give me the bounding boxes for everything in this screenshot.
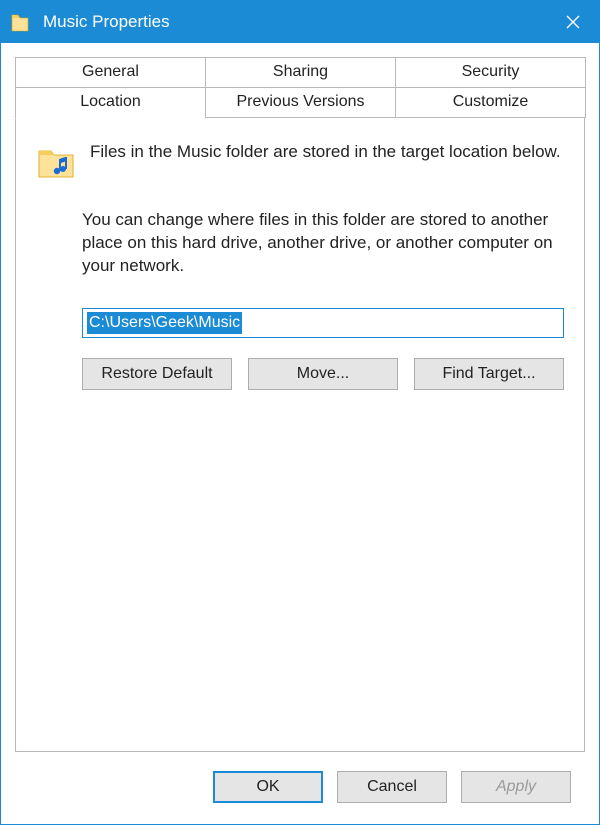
tab-label: Location [80, 93, 141, 110]
client-area: General Sharing Security Location Previo… [1, 43, 599, 824]
apply-button[interactable]: Apply [461, 771, 571, 803]
tab-label: General [82, 63, 139, 80]
restore-default-button[interactable]: Restore Default [82, 358, 232, 390]
window-title: Music Properties [43, 12, 170, 32]
move-button[interactable]: Move... [248, 358, 398, 390]
properties-dialog: Music Properties General Sharing Securit… [0, 0, 600, 825]
tab-security[interactable]: Security [395, 57, 586, 87]
tab-label: Sharing [273, 63, 328, 80]
tab-previous-versions[interactable]: Previous Versions [205, 87, 396, 118]
tab-sharing[interactable]: Sharing [205, 57, 396, 87]
tab-strip: General Sharing Security Location Previo… [15, 57, 585, 118]
folder-icon [11, 8, 31, 36]
dialog-footer: OK Cancel Apply [15, 764, 585, 824]
tab-location[interactable]: Location [15, 87, 206, 119]
description-text: You can change where files in this folde… [82, 209, 564, 278]
path-input[interactable] [82, 308, 564, 338]
close-button[interactable] [547, 1, 599, 43]
cancel-button[interactable]: Cancel [337, 771, 447, 803]
tab-label: Previous Versions [236, 93, 364, 110]
ok-button[interactable]: OK [213, 771, 323, 803]
intro-text: Files in the Music folder are stored in … [90, 141, 561, 164]
titlebar: Music Properties [1, 1, 599, 43]
close-icon [565, 14, 581, 30]
tab-label: Security [462, 63, 520, 80]
tab-customize[interactable]: Customize [395, 87, 586, 118]
find-target-button[interactable]: Find Target... [414, 358, 564, 390]
tab-general[interactable]: General [15, 57, 206, 87]
music-folder-icon [36, 141, 76, 181]
tab-label: Customize [453, 93, 529, 110]
tab-panel-location: Files in the Music folder are stored in … [15, 117, 585, 752]
